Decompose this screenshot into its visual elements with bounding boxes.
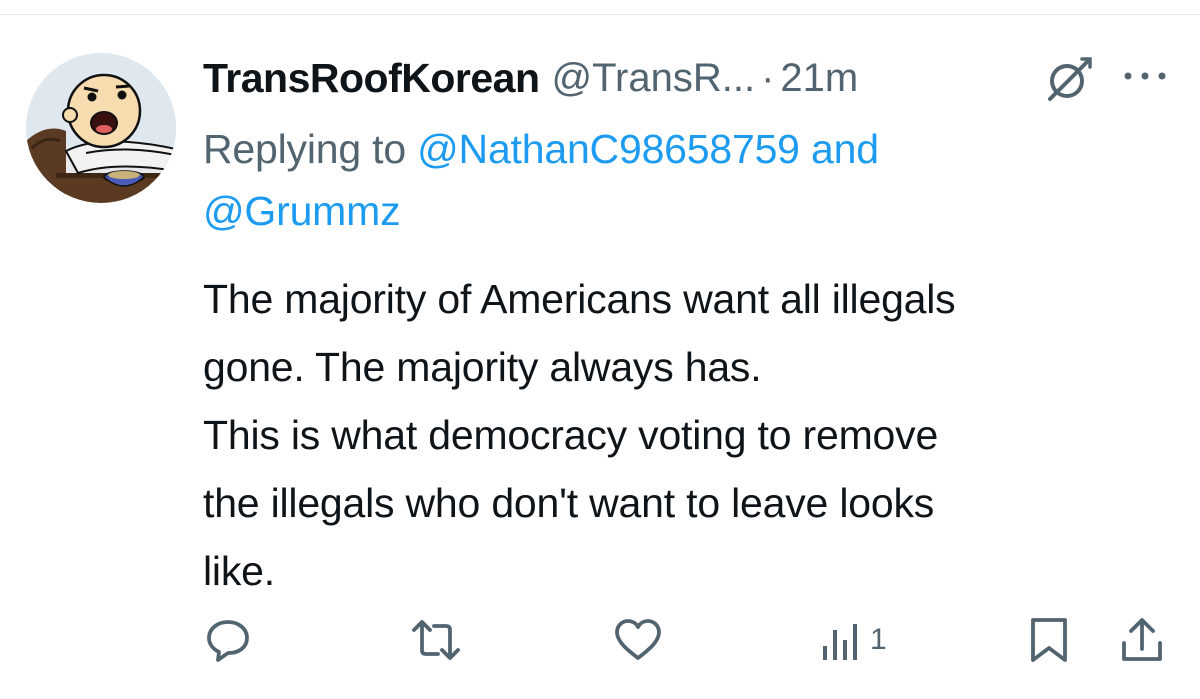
like-button[interactable]: [612, 614, 664, 666]
views-button[interactable]: 1: [820, 614, 887, 666]
share-icon: [1122, 618, 1162, 661]
views-icon: [823, 624, 857, 660]
retweet-button[interactable]: [408, 614, 464, 666]
reply-button[interactable]: [204, 614, 252, 666]
display-name[interactable]: TransRoofKorean: [203, 55, 540, 102]
heart-icon: [615, 619, 661, 660]
avatar-image: [26, 53, 176, 203]
tweet-header: TransRoofKorean @TransR... · 21m: [203, 52, 858, 104]
reply-mention[interactable]: @NathanC98658759: [417, 126, 800, 172]
grok-icon[interactable]: [1042, 55, 1096, 103]
tweet-text: The majority of Americans want all illeg…: [203, 276, 956, 594]
tweet-page: TransRoofKorean @TransR... · 21m Replyin…: [0, 0, 1200, 699]
replying-prefix: Replying to: [203, 126, 418, 172]
separator-dot: ·: [761, 55, 775, 100]
timestamp[interactable]: 21m: [780, 56, 858, 101]
avatar[interactable]: [26, 53, 176, 203]
reply-and: and: [799, 126, 879, 172]
views-count: 1: [870, 623, 887, 656]
bookmark-button[interactable]: [1028, 614, 1070, 666]
replying-to: Replying to @NathanC98658759 and @Grummz: [203, 118, 1163, 242]
share-button[interactable]: [1118, 614, 1166, 666]
more-icon[interactable]: [1120, 66, 1170, 86]
divider: [0, 14, 1200, 15]
reply-icon: [207, 620, 249, 662]
bookmark-icon: [1031, 618, 1067, 662]
user-handle[interactable]: @TransR...: [552, 56, 756, 101]
reply-mention[interactable]: @Grummz: [203, 188, 401, 234]
retweet-icon: [412, 620, 460, 660]
